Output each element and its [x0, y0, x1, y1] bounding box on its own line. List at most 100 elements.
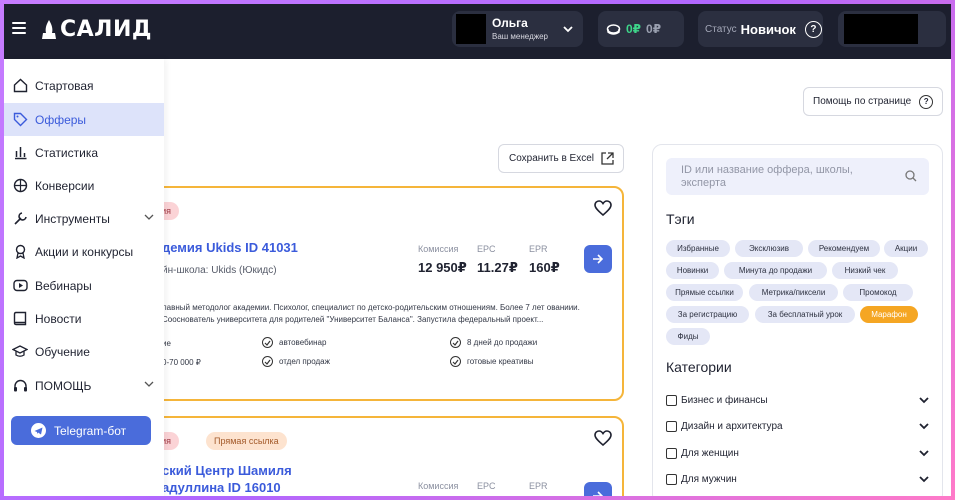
account-placeholder — [844, 14, 918, 44]
sidebar: Стартовая Офферы Статистика Конверсии Ин… — [4, 59, 164, 496]
offer-title[interactable]: ский Центр Шамиля — [162, 463, 292, 478]
search-input[interactable]: ID или название оффера, школы, эксперта — [666, 158, 929, 195]
offer-title[interactable]: демия Ukids ID 41031 — [162, 240, 298, 255]
app-frame: САЛИД Ольга Ваш менеджер 0₽ 0₽ Статус Но… — [4, 4, 951, 496]
tag-chip[interactable]: За бесплатный урок — [755, 306, 855, 323]
logo[interactable]: САЛИД — [40, 17, 152, 42]
tag-chip[interactable]: Фиды — [666, 328, 710, 345]
balance-primary: 0₽ — [626, 22, 642, 36]
epr-value: 160₽ — [529, 260, 560, 275]
checkbox[interactable] — [666, 447, 677, 459]
chevron-down-icon — [144, 381, 154, 387]
check-circle-icon — [450, 337, 461, 348]
sidebar-item-help[interactable]: ПОМОЩЬ — [4, 369, 164, 402]
sidebar-item-stats[interactable]: Статистика — [4, 136, 164, 169]
graduation-cap-icon — [12, 344, 28, 360]
check-circle-icon — [262, 337, 273, 348]
bar-chart-icon — [12, 145, 28, 161]
tag-chip[interactable]: Рекомендуем — [808, 240, 880, 257]
offer-card[interactable]: Акция демия Ukids ID 41031 йн-школа: Uki… — [134, 186, 624, 401]
epc-label: EPC — [477, 481, 496, 491]
logo-mark-icon — [42, 19, 56, 39]
sidebar-item-webinars[interactable]: Вебинары — [4, 269, 164, 302]
offer-feature: готовые креативы — [450, 356, 534, 367]
book-icon — [12, 311, 28, 327]
account-widget[interactable] — [838, 11, 946, 47]
save-excel-button[interactable]: Сохранить в Excel — [498, 144, 624, 173]
tag-chip[interactable]: Прямые ссылки — [666, 284, 743, 301]
chevron-down-icon — [144, 214, 154, 220]
offer-description: лавный методолог академии. Психолог, спе… — [162, 303, 580, 324]
help-icon[interactable]: ? — [804, 20, 822, 38]
category-item[interactable]: Для мужчин — [666, 470, 930, 488]
chevron-down-icon[interactable] — [918, 421, 930, 431]
tag-chip[interactable]: Избранные — [666, 240, 730, 257]
check-circle-icon — [262, 356, 273, 367]
tag-chip[interactable]: Эксклюзив — [735, 240, 803, 257]
heart-icon[interactable] — [594, 430, 612, 447]
telegram-bot-button[interactable]: Telegram-бот — [11, 416, 151, 445]
telegram-bot-label: Telegram-бот — [54, 423, 127, 438]
status-value: Новичок — [740, 21, 796, 37]
chevron-down-icon[interactable] — [918, 395, 930, 405]
status-widget[interactable]: Статус Новичок ? — [698, 11, 823, 47]
search-placeholder: ID или название оффера, школы, эксперта — [681, 164, 853, 189]
checkbox[interactable] — [666, 473, 677, 485]
menu-icon[interactable] — [12, 22, 26, 34]
tag-chip[interactable]: За регистрацию — [666, 306, 749, 323]
sidebar-item-tools[interactable]: Инструменты — [4, 202, 164, 235]
offer-feature: 8 дней до продажи — [450, 337, 537, 348]
commission-value: 12 950₽ — [418, 260, 467, 275]
chevron-down-icon — [563, 26, 573, 33]
sidebar-item-start[interactable]: Стартовая — [4, 69, 164, 102]
help-icon: ? — [919, 94, 934, 109]
category-item[interactable]: Дизайн и архитектура — [666, 417, 930, 435]
tag-chip[interactable]: Метрика/пиксели — [749, 284, 838, 301]
headphones-icon — [12, 378, 28, 394]
sidebar-item-promotions[interactable]: Акции и конкурсы — [4, 235, 164, 268]
page-help-button[interactable]: Помощь по странице ? — [803, 87, 943, 116]
open-offer-button[interactable] — [584, 245, 612, 273]
category-item[interactable]: Для женщин — [666, 444, 930, 462]
balance-widget[interactable]: 0₽ 0₽ — [598, 11, 684, 47]
tag-chip[interactable]: Новинки — [666, 262, 719, 279]
home-icon — [12, 78, 28, 94]
sidebar-item-offers[interactable]: Офферы — [4, 103, 164, 136]
checkbox[interactable] — [666, 420, 677, 432]
arrow-right-icon — [593, 254, 604, 264]
chevron-down-icon[interactable] — [918, 474, 930, 484]
epc-value: 11.27₽ — [477, 260, 518, 275]
tag-chip[interactable]: Низкий чек — [832, 262, 898, 279]
tag-chip[interactable]: Промокод — [843, 284, 913, 301]
epc-label: EPC — [477, 244, 496, 254]
tag-chip[interactable]: Минута до продажи — [724, 262, 827, 279]
sidebar-item-conversions[interactable]: Конверсии — [4, 169, 164, 202]
category-item[interactable]: Бизнес и финансы — [666, 391, 930, 409]
tag-chip[interactable]: Акции — [884, 240, 928, 257]
heart-icon[interactable] — [594, 200, 612, 217]
wallet-icon — [606, 24, 621, 35]
commission-label: Комиссия — [418, 244, 459, 254]
commission-label: Комиссия — [418, 481, 459, 491]
chevron-down-icon[interactable] — [918, 448, 930, 458]
top-bar: САЛИД Ольга Ваш менеджер 0₽ 0₽ Статус Но… — [4, 4, 951, 59]
manager-card[interactable]: Ольга Ваш менеджер — [452, 11, 583, 47]
status-label: Статус — [705, 23, 737, 35]
video-icon — [12, 278, 28, 294]
logo-text: САЛИД — [60, 17, 152, 42]
export-icon — [601, 152, 614, 165]
checkbox[interactable] — [666, 394, 677, 406]
offer-card[interactable]: Акция Прямая ссылка ский Центр Шамиля ад… — [134, 416, 624, 496]
filter-panel: ID или название оффера, школы, эксперта … — [652, 144, 943, 496]
sidebar-item-education[interactable]: Обучение — [4, 335, 164, 368]
award-icon — [12, 244, 28, 260]
offer-school: йн-школа: Ukids (Юкидс) — [162, 265, 277, 276]
search-icon[interactable] — [905, 170, 917, 182]
crosshair-icon — [12, 178, 28, 194]
sidebar-item-news[interactable]: Новости — [4, 302, 164, 335]
tag-chip-active[interactable]: Марафон — [860, 306, 918, 323]
page-help-label: Помощь по странице — [813, 96, 912, 107]
save-excel-label: Сохранить в Excel — [509, 153, 595, 164]
open-offer-button[interactable] — [584, 482, 612, 496]
offer-title[interactable]: адуллина ID 16010 — [162, 480, 281, 495]
